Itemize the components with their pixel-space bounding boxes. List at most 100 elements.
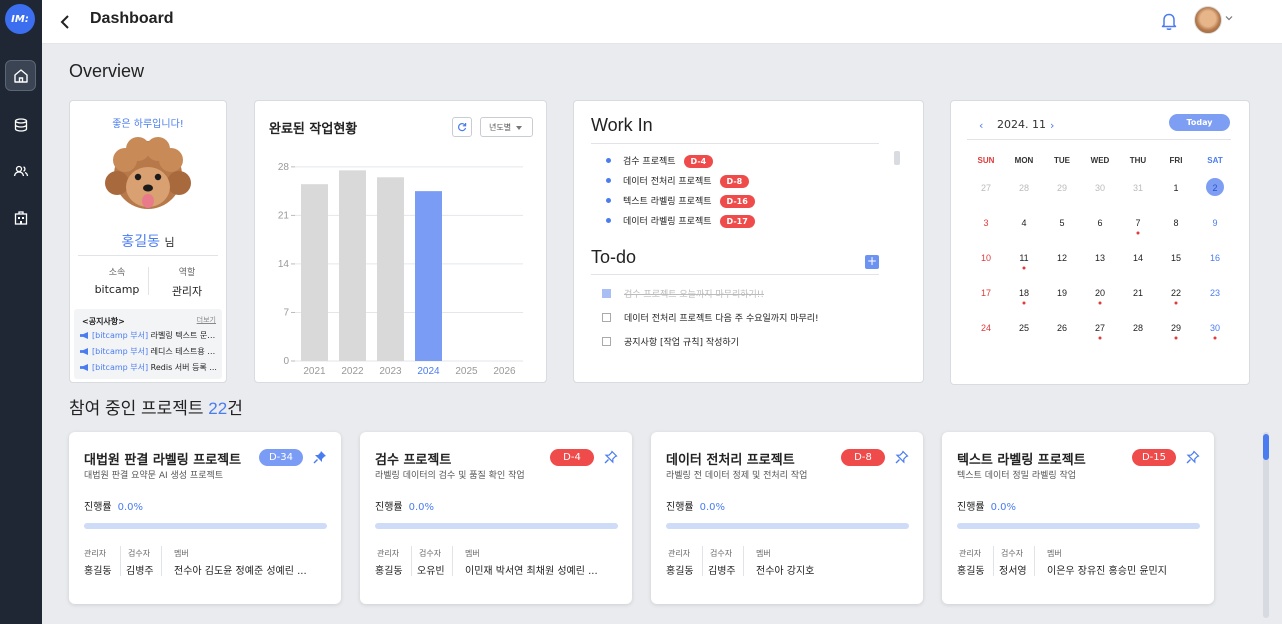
notice-item[interactable]: [bitcamp 부서] 라벨링 텍스트 문법... — [80, 330, 220, 341]
calendar-day[interactable]: 24 — [981, 323, 991, 333]
manager-label: 관리자 — [84, 549, 107, 558]
weekday-label: MON — [1015, 156, 1034, 165]
project-desc: 라벨링 데이터의 검수 및 품질 확인 작업 — [375, 471, 525, 481]
sidebar-item-home[interactable] — [5, 60, 36, 91]
calendar-day[interactable]: 11 — [1019, 253, 1028, 263]
notice-more-link[interactable]: 더보기 — [197, 315, 216, 325]
app-logo[interactable]: IM: — [5, 4, 35, 34]
calendar-day[interactable]: 8 — [1173, 218, 1178, 228]
calendar-day[interactable]: 3 — [983, 218, 988, 228]
weekday-label: FRI — [1170, 156, 1183, 165]
pin-icon[interactable] — [604, 450, 618, 464]
bar-chart: 0 7 14 21 28 2021 2022 2023 2024 2025 2026 — [278, 162, 523, 377]
calendar-day[interactable]: 30 — [1210, 323, 1220, 333]
calendar-day[interactable]: 13 — [1095, 253, 1105, 263]
calendar-day[interactable]: 30 — [1095, 183, 1105, 193]
refresh-button[interactable] — [452, 117, 472, 137]
divider — [993, 546, 994, 576]
calendar-day[interactable]: 2 — [1212, 183, 1217, 193]
chevron-down-icon[interactable] — [1225, 14, 1233, 22]
event-dot — [1174, 336, 1178, 340]
calendar-day[interactable]: 28 — [1019, 183, 1029, 193]
calendar-day[interactable]: 16 — [1210, 253, 1220, 263]
calendar-day[interactable]: 14 — [1133, 253, 1143, 263]
progress: 진행률 0.0% — [84, 498, 143, 513]
work-item[interactable]: 텍스트 라벨링 프로젝트 D-16 — [606, 194, 755, 208]
sidebar-item-organization[interactable] — [5, 202, 36, 233]
project-card[interactable]: 검수 프로젝트 라벨링 데이터의 검수 및 품질 확인 작업 D-4 진행률 0.… — [360, 432, 632, 604]
sidebar-item-users[interactable] — [5, 155, 36, 186]
calendar-day[interactable]: 10 — [981, 253, 991, 263]
bar — [301, 184, 328, 361]
todo-item[interactable]: 데이터 전처리 프로젝트 다음 주 수요일까지 마무리! — [602, 311, 819, 324]
calendar-day[interactable]: 17 — [981, 288, 991, 298]
todo-checkbox[interactable] — [602, 313, 611, 322]
progress-value: 0.0% — [699, 502, 726, 513]
back-button[interactable] — [60, 12, 74, 32]
calendar-day[interactable]: 27 — [981, 183, 991, 193]
calendar-day[interactable]: 26 — [1057, 323, 1067, 333]
progress-bar — [957, 523, 1200, 529]
calendar-day[interactable]: 29 — [1057, 183, 1067, 193]
notice-item[interactable]: [bitcamp 부서] 레디스 테스트용 공... — [80, 346, 220, 357]
calendar-day[interactable]: 6 — [1097, 218, 1102, 228]
work-item-name: 데이터 라벨링 프로젝트 — [623, 217, 712, 227]
work-item[interactable]: 검수 프로젝트 D-4 — [606, 154, 714, 168]
pin-icon[interactable] — [1186, 450, 1200, 464]
calendar-day[interactable]: 31 — [1133, 183, 1143, 193]
calendar-day[interactable]: 5 — [1059, 218, 1064, 228]
notice-item[interactable]: [bitcamp 부서] Redis 서버 등록 ... — [80, 362, 220, 373]
work-item[interactable]: 데이터 전처리 프로젝트 D-8 — [606, 174, 750, 188]
calendar-day[interactable]: 15 — [1171, 253, 1181, 263]
page-scrollbar[interactable] — [1263, 432, 1269, 618]
calendar-day[interactable]: 18 — [1019, 288, 1029, 298]
todo-checkbox[interactable] — [602, 289, 611, 298]
project-card[interactable]: 텍스트 라벨링 프로젝트 텍스트 데이터 정밀 라벨링 작업 D-15 진행률 0… — [942, 432, 1214, 604]
calendar-day[interactable]: 4 — [1021, 218, 1026, 228]
megaphone-icon — [80, 332, 88, 339]
project-card[interactable]: 대법원 판결 라벨링 프로젝트 대법원 판결 요약문 AI 생성 프로젝트 D-… — [69, 432, 341, 604]
calendar-day[interactable]: 28 — [1133, 323, 1143, 333]
period-select[interactable]: 년도별 — [480, 117, 533, 137]
sidebar-item-database[interactable] — [5, 109, 36, 140]
bar — [377, 177, 404, 361]
todo-item[interactable]: 검수 프로젝트 오늘까지 마무리하기!! — [602, 287, 764, 300]
calendar-day[interactable]: 7 — [1135, 218, 1140, 228]
calendar-day[interactable]: 20 — [1095, 288, 1105, 298]
calendar-day[interactable]: 19 — [1057, 288, 1067, 298]
calendar-day[interactable]: 21 — [1133, 288, 1143, 298]
calendar-day[interactable]: 29 — [1171, 323, 1181, 333]
calendar-day[interactable]: 27 — [1095, 323, 1105, 333]
project-name: 텍스트 라벨링 프로젝트 — [957, 453, 1086, 468]
deadline-badge: D-34 — [259, 449, 303, 466]
reviewer-label: 검수자 — [419, 549, 442, 558]
user-name: 홍길동 님 — [70, 231, 226, 251]
todo-item[interactable]: 공지사항 [작업 규칙] 작성하기 — [602, 335, 739, 348]
todo-checkbox[interactable] — [602, 337, 611, 346]
calendar-day[interactable]: 9 — [1212, 218, 1217, 228]
todo-text: 공지사항 [작업 규칙] 작성하기 — [624, 338, 739, 348]
user-avatar[interactable] — [1194, 6, 1222, 34]
event-dot — [1098, 301, 1102, 305]
building-icon — [14, 210, 27, 225]
work-item[interactable]: 데이터 라벨링 프로젝트 D-17 — [606, 214, 755, 228]
notifications-button[interactable] — [1158, 10, 1180, 32]
manager-value: 홍길동 — [375, 566, 403, 577]
member-value: 전수아 김도윤 정예준 성예린 ... — [174, 566, 307, 577]
notice-panel: <공지사항> 더보기 [bitcamp 부서] 라벨링 텍스트 문법... [b… — [74, 309, 222, 379]
calendar-day[interactable]: 12 — [1057, 253, 1067, 263]
calendar-day[interactable]: 25 — [1019, 323, 1029, 333]
calendar-day[interactable]: 22 — [1171, 288, 1181, 298]
x-tick-label: 2025 — [455, 366, 478, 377]
reviewer-value: 김병주 — [126, 566, 154, 577]
pin-icon[interactable] — [313, 450, 327, 464]
calendar-day[interactable]: 1 — [1173, 183, 1178, 193]
scrollbar[interactable] — [894, 151, 900, 165]
add-todo-button[interactable]: + — [865, 255, 879, 269]
pin-icon[interactable] — [895, 450, 909, 464]
calendar-day[interactable]: 23 — [1210, 288, 1220, 298]
member-value: 이민재 박서연 최채원 성예린 ... — [465, 566, 598, 577]
project-card[interactable]: 데이터 전처리 프로젝트 라벨링 전 데이터 정제 및 전처리 작업 D-8 진… — [651, 432, 923, 604]
scrollbar-thumb[interactable] — [1263, 434, 1269, 460]
progress-value: 0.0% — [990, 502, 1017, 513]
